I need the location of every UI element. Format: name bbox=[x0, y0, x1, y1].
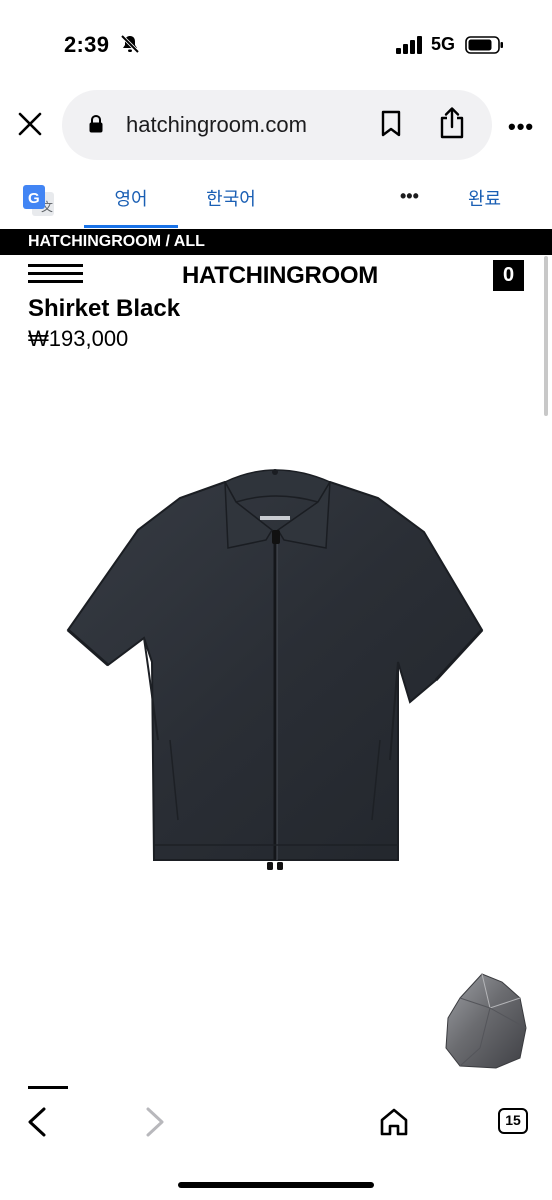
translate-more-button[interactable]: ••• bbox=[400, 186, 419, 207]
browser-url-row: hatchingroom.com ••• bbox=[0, 88, 552, 160]
home-indicator bbox=[178, 1182, 374, 1188]
tab-target-language[interactable]: 한국어 bbox=[196, 170, 266, 228]
breadcrumb-text[interactable]: HATCHINGROOM / ALL bbox=[28, 233, 205, 251]
back-icon[interactable] bbox=[24, 1106, 52, 1138]
forward-icon[interactable] bbox=[140, 1106, 168, 1138]
browser-toolbar: 15 bbox=[0, 1096, 552, 1200]
share-icon[interactable] bbox=[438, 106, 466, 140]
menu-icon[interactable] bbox=[28, 264, 83, 286]
close-icon[interactable] bbox=[16, 110, 44, 138]
svg-text:G: G bbox=[28, 190, 40, 207]
translate-bar: 文 G 영어 한국어 ••• 완료 bbox=[0, 170, 552, 228]
carousel-indicator bbox=[28, 1086, 68, 1089]
home-icon[interactable] bbox=[378, 1106, 410, 1138]
product-price: ₩193,000 bbox=[28, 326, 129, 351]
browser-more-button[interactable]: ••• bbox=[508, 114, 534, 140]
network-type: 5G bbox=[431, 34, 456, 54]
tab-source-language[interactable]: 영어 bbox=[84, 170, 178, 228]
product-image[interactable] bbox=[60, 440, 490, 880]
url-text[interactable]: hatchingroom.com bbox=[126, 112, 307, 138]
translate-done-button[interactable]: 완료 bbox=[468, 170, 501, 228]
signal-icon bbox=[396, 36, 422, 54]
status-bar: 2:39 5G bbox=[0, 0, 552, 90]
product-title: Shirket Black bbox=[28, 295, 181, 322]
lock-icon bbox=[89, 114, 103, 133]
rock-image bbox=[445, 973, 527, 1069]
google-translate-icon[interactable]: 文 G bbox=[22, 184, 56, 218]
tabs-button[interactable]: 15 bbox=[498, 1108, 528, 1134]
bell-muted-icon bbox=[120, 34, 140, 54]
battery-icon bbox=[465, 36, 503, 54]
site-logo[interactable]: HATCHINGROOM bbox=[182, 262, 378, 290]
status-time: 2:39 bbox=[64, 32, 110, 57]
cart-button[interactable]: 0 bbox=[493, 260, 524, 291]
scroll-indicator bbox=[544, 256, 548, 416]
bookmark-icon[interactable] bbox=[380, 110, 402, 138]
breadcrumb: HATCHINGROOM / ALL bbox=[0, 229, 552, 255]
address-bar[interactable]: hatchingroom.com bbox=[62, 90, 492, 160]
